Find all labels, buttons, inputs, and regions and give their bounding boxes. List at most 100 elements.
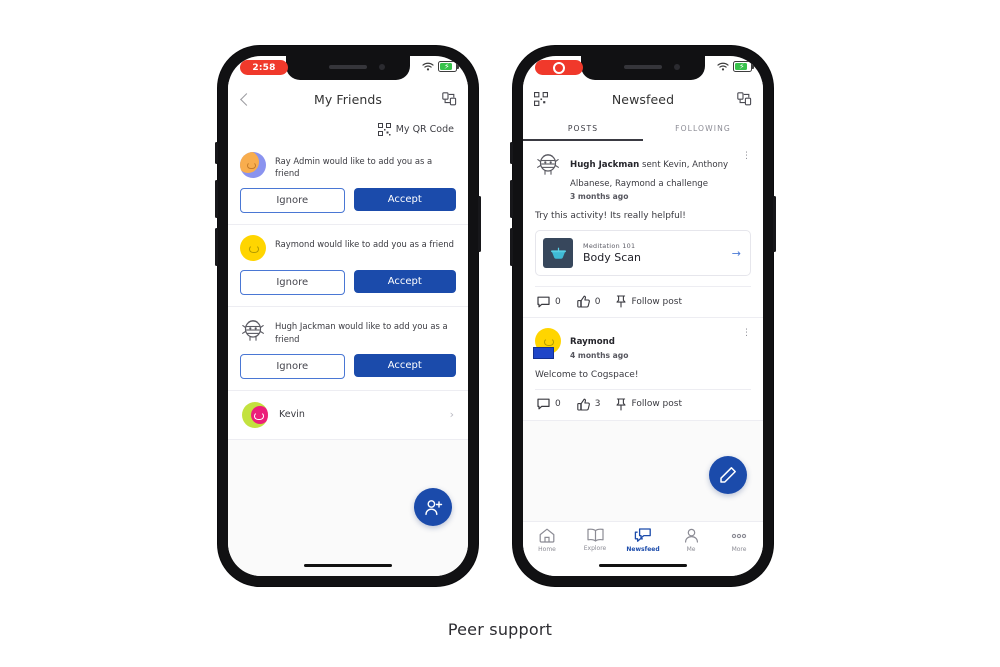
record-dot-icon <box>553 61 565 74</box>
pin-icon <box>616 398 627 411</box>
screen-share-icon <box>442 92 457 106</box>
my-qr-code-label: My QR Code <box>395 123 454 135</box>
nav-label: Home <box>538 546 556 553</box>
nav-item-home[interactable]: Home <box>523 528 571 553</box>
add-friend-fab[interactable] <box>414 488 452 526</box>
tab-posts[interactable]: POSTS <box>523 116 643 141</box>
ignore-button[interactable]: Ignore <box>240 270 345 296</box>
comment-action[interactable]: 0 <box>537 296 561 308</box>
friend-request-card: Hugh Jackman would like to add you as a … <box>228 307 468 391</box>
screen-share-button[interactable] <box>442 92 457 106</box>
wifi-icon <box>717 62 729 71</box>
comment-icon <box>537 296 550 308</box>
qr-code-icon <box>377 122 391 136</box>
activity-eyebrow: Meditation 101 <box>583 242 636 251</box>
tab-following[interactable]: FOLLOWING <box>643 116 763 141</box>
kebab-menu-icon[interactable]: ⋮ <box>742 151 751 160</box>
phone-newsfeed: ⚡ Newsfeed POSTS FOLLOWING Hugh Jackman … <box>510 46 776 586</box>
compose-pencil-icon <box>719 466 737 484</box>
post-headline: Hugh Jackman sent Kevin, Anthony Albanes… <box>570 160 728 189</box>
like-count: 3 <box>594 399 601 410</box>
nav-label: More <box>731 546 747 553</box>
add-person-icon <box>424 499 443 516</box>
nav-label: Newsfeed <box>626 546 660 553</box>
kebab-menu-icon[interactable]: ⋮ <box>742 328 751 338</box>
friend-name: Kevin <box>279 409 305 421</box>
home-indicator[interactable] <box>304 563 392 567</box>
ignore-button[interactable]: Ignore <box>240 353 345 379</box>
arrow-right-icon: → <box>731 246 741 260</box>
accept-button[interactable]: Accept <box>353 353 456 377</box>
like-count: 0 <box>594 296 601 307</box>
bottom-navigation: Home Explore Newsfeed Me More <box>523 521 763 576</box>
pin-icon <box>616 295 627 308</box>
volume-down-button[interactable] <box>215 228 218 266</box>
post-actions: 0 3 Follow post <box>535 388 751 420</box>
feed-tabs: POSTS FOLLOWING <box>523 116 763 141</box>
like-action[interactable]: 0 <box>576 295 601 308</box>
screen-share-button[interactable] <box>737 92 752 106</box>
book-icon <box>586 528 604 542</box>
like-action[interactable]: 3 <box>576 398 601 411</box>
silent-switch[interactable] <box>510 142 513 164</box>
screenshot-stage: 2:58 ⚡ My Friends My QR Code Ray Admin w… <box>0 0 1000 667</box>
ignore-button[interactable]: Ignore <box>240 188 345 214</box>
phone2-status-bar: ⚡ <box>523 56 763 82</box>
avatar-ray-admin <box>240 152 266 178</box>
phone1-status-bar: 2:58 ⚡ <box>228 56 468 82</box>
feed-post: Raymond 4 months ago ⋮ Welcome to Cogspa… <box>523 318 763 421</box>
friend-list-item[interactable]: Kevin › <box>228 390 468 440</box>
post-author: Raymond <box>570 337 615 348</box>
screen-share-icon <box>737 92 752 106</box>
follow-post-action[interactable]: Follow post <box>616 398 682 411</box>
nav-item-explore[interactable]: Explore <box>571 528 619 552</box>
recording-indicator <box>535 60 583 75</box>
activity-card[interactable]: Meditation 101 Body Scan → <box>535 230 751 277</box>
wifi-icon <box>422 62 434 71</box>
friend-request-text: Hugh Jackman would like to add you as a … <box>275 321 448 344</box>
comment-icon <box>537 398 550 410</box>
silent-switch[interactable] <box>215 142 218 164</box>
power-button[interactable] <box>773 196 776 252</box>
meditation-bowl-icon <box>550 247 567 260</box>
comment-count: 0 <box>555 296 561 307</box>
thumbs-up-icon <box>576 295 590 308</box>
person-icon <box>684 528 699 543</box>
figure-caption: Peer support <box>447 620 553 639</box>
battery-charging-icon: ⚡ <box>733 61 754 72</box>
my-qr-code-row[interactable]: My QR Code <box>228 116 468 142</box>
nav-item-newsfeed[interactable]: Newsfeed <box>619 528 667 553</box>
battery-charging-icon: ⚡ <box>438 61 459 72</box>
feed-post: Hugh Jackman sent Kevin, Anthony Albanes… <box>523 141 763 319</box>
chat-bubbles-icon <box>634 528 652 543</box>
avatar-raymond <box>533 328 561 360</box>
home-indicator[interactable] <box>599 563 687 567</box>
nav-item-me[interactable]: Me <box>667 528 715 553</box>
volume-up-button[interactable] <box>215 180 218 218</box>
phone-my-friends: 2:58 ⚡ My Friends My QR Code Ray Admin w… <box>215 46 481 586</box>
volume-up-button[interactable] <box>510 180 513 218</box>
activity-title: Body Scan <box>583 251 642 265</box>
accept-button[interactable]: Accept <box>353 270 456 294</box>
chevron-right-icon: › <box>449 408 454 422</box>
post-author: Hugh Jackman <box>570 160 640 170</box>
thumbs-up-icon <box>576 398 590 411</box>
friend-request-card: Raymond would like to add you as a frien… <box>228 225 468 308</box>
page-title: Newsfeed <box>611 91 675 107</box>
status-time: 2:58 <box>240 60 288 75</box>
post-body: Try this activity! Its really helpful! <box>535 211 686 222</box>
post-body: Welcome to Cogspace! <box>535 369 639 380</box>
comment-count: 0 <box>555 399 561 410</box>
compose-post-fab[interactable] <box>709 456 747 494</box>
nav-label: Me <box>686 546 696 553</box>
accept-button[interactable]: Accept <box>353 188 456 212</box>
post-actions: 0 0 Follow post <box>535 286 751 317</box>
friend-request-text: Raymond would like to add you as a frien… <box>275 239 454 250</box>
ellipsis-icon <box>730 528 748 543</box>
volume-down-button[interactable] <box>510 228 513 266</box>
power-button[interactable] <box>478 196 481 252</box>
nav-item-more[interactable]: More <box>715 528 763 553</box>
follow-post-action[interactable]: Follow post <box>616 295 682 308</box>
comment-action[interactable]: 0 <box>537 398 561 410</box>
friend-request-text: Ray Admin would like to add you as a fri… <box>275 156 433 179</box>
